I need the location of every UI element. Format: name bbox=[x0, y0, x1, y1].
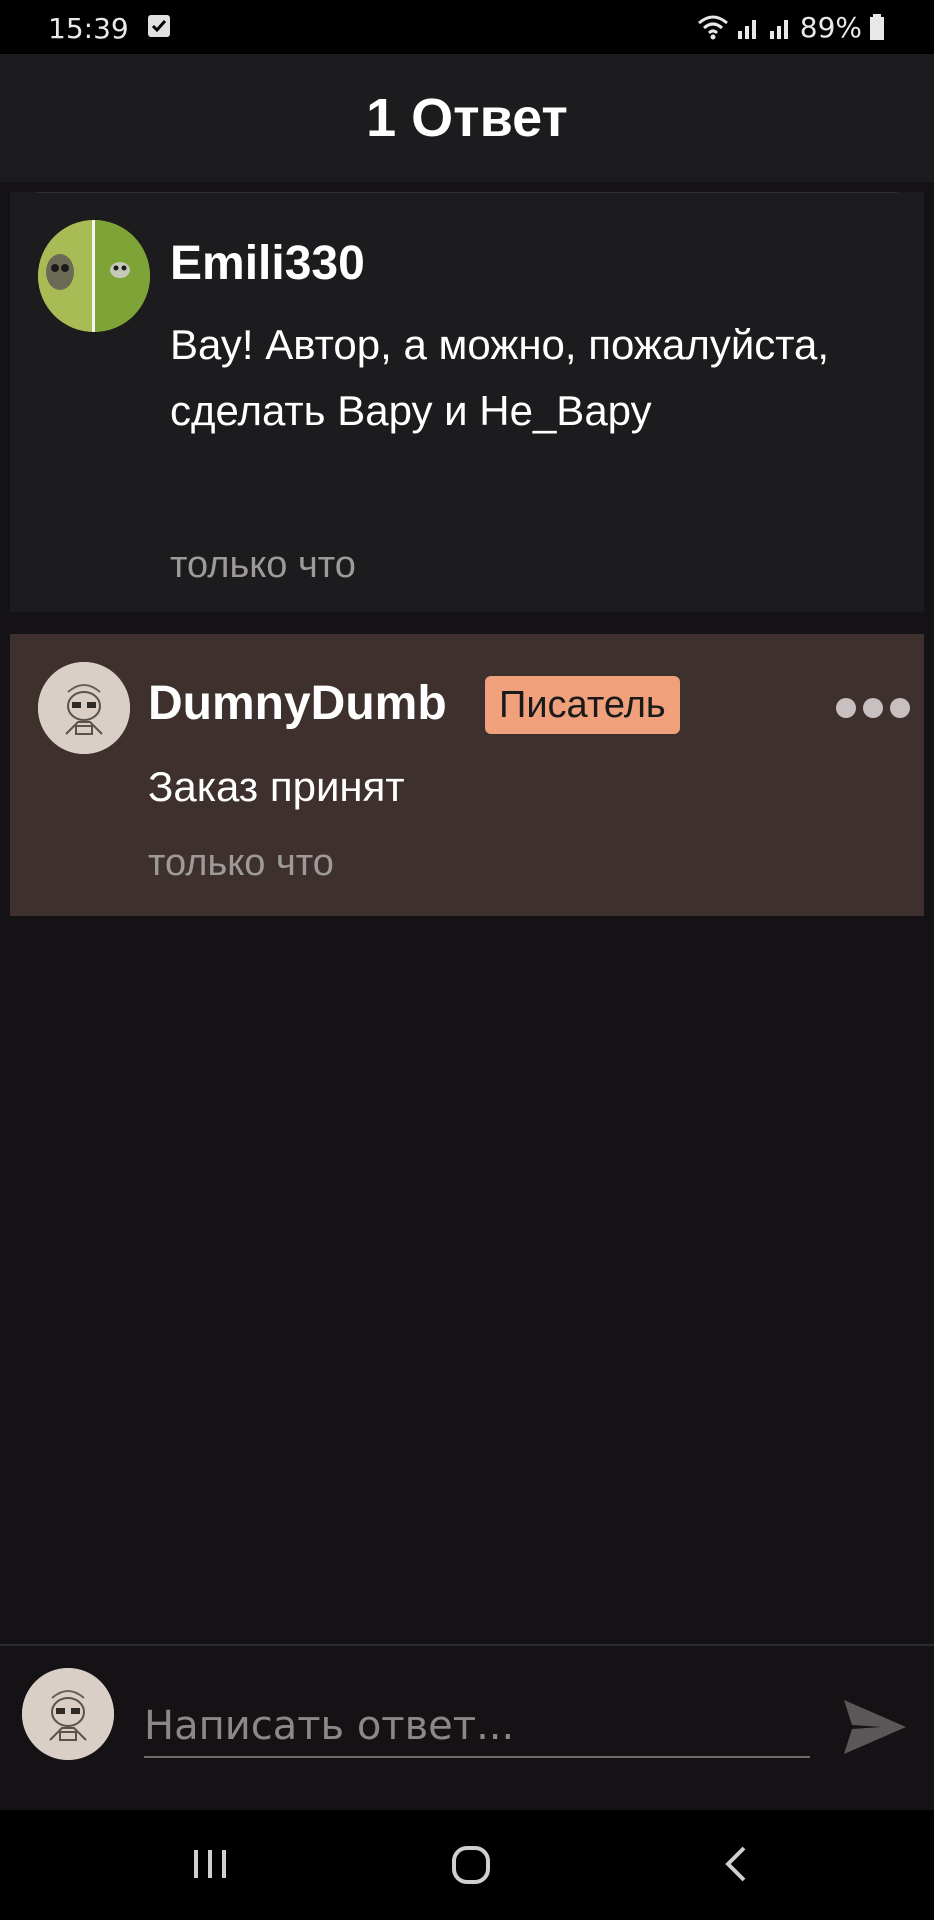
status-time: 15:39 bbox=[48, 12, 129, 45]
wifi-icon bbox=[696, 13, 730, 41]
reply-composer bbox=[0, 1646, 934, 1810]
reply-input[interactable] bbox=[144, 1696, 810, 1758]
comment-username[interactable]: Emili330 bbox=[170, 236, 365, 291]
comment-timestamp: только что bbox=[170, 544, 356, 586]
comment-text: Вау! Автор, а можно, пожалуйста, сделать… bbox=[170, 321, 830, 434]
avatar bbox=[22, 1668, 114, 1760]
replies-header: 1 Ответ bbox=[0, 54, 934, 182]
more-icon[interactable] bbox=[836, 696, 910, 718]
back-icon[interactable] bbox=[720, 1840, 752, 1893]
role-badge: Писатель bbox=[485, 676, 680, 734]
battery-percent: 89% bbox=[799, 10, 862, 44]
comment-timestamp: только что bbox=[148, 842, 334, 884]
status-bar: 15:39 89% bbox=[0, 0, 934, 54]
status-indicators: 89% bbox=[696, 10, 886, 44]
comment-username[interactable]: DumnyDumb bbox=[148, 676, 447, 731]
signal-icon bbox=[736, 13, 762, 41]
page-title: 1 Ответ bbox=[366, 88, 568, 148]
comment-text: Заказ принят bbox=[148, 763, 405, 810]
battery-icon bbox=[868, 13, 886, 41]
avatar[interactable] bbox=[38, 220, 150, 332]
signal-icon bbox=[768, 13, 794, 41]
home-icon[interactable] bbox=[450, 1840, 492, 1893]
parent-comment: Emili330 Вау! Автор, а можно, пожалуйста… bbox=[10, 192, 924, 612]
check-icon bbox=[148, 15, 170, 37]
reply-comment: DumnyDumb Писатель Заказ принят только ч… bbox=[10, 634, 924, 916]
navigation-bar bbox=[0, 1810, 934, 1920]
recent-apps-icon[interactable] bbox=[190, 1840, 230, 1893]
send-icon[interactable] bbox=[842, 1696, 908, 1758]
avatar[interactable] bbox=[38, 662, 130, 754]
